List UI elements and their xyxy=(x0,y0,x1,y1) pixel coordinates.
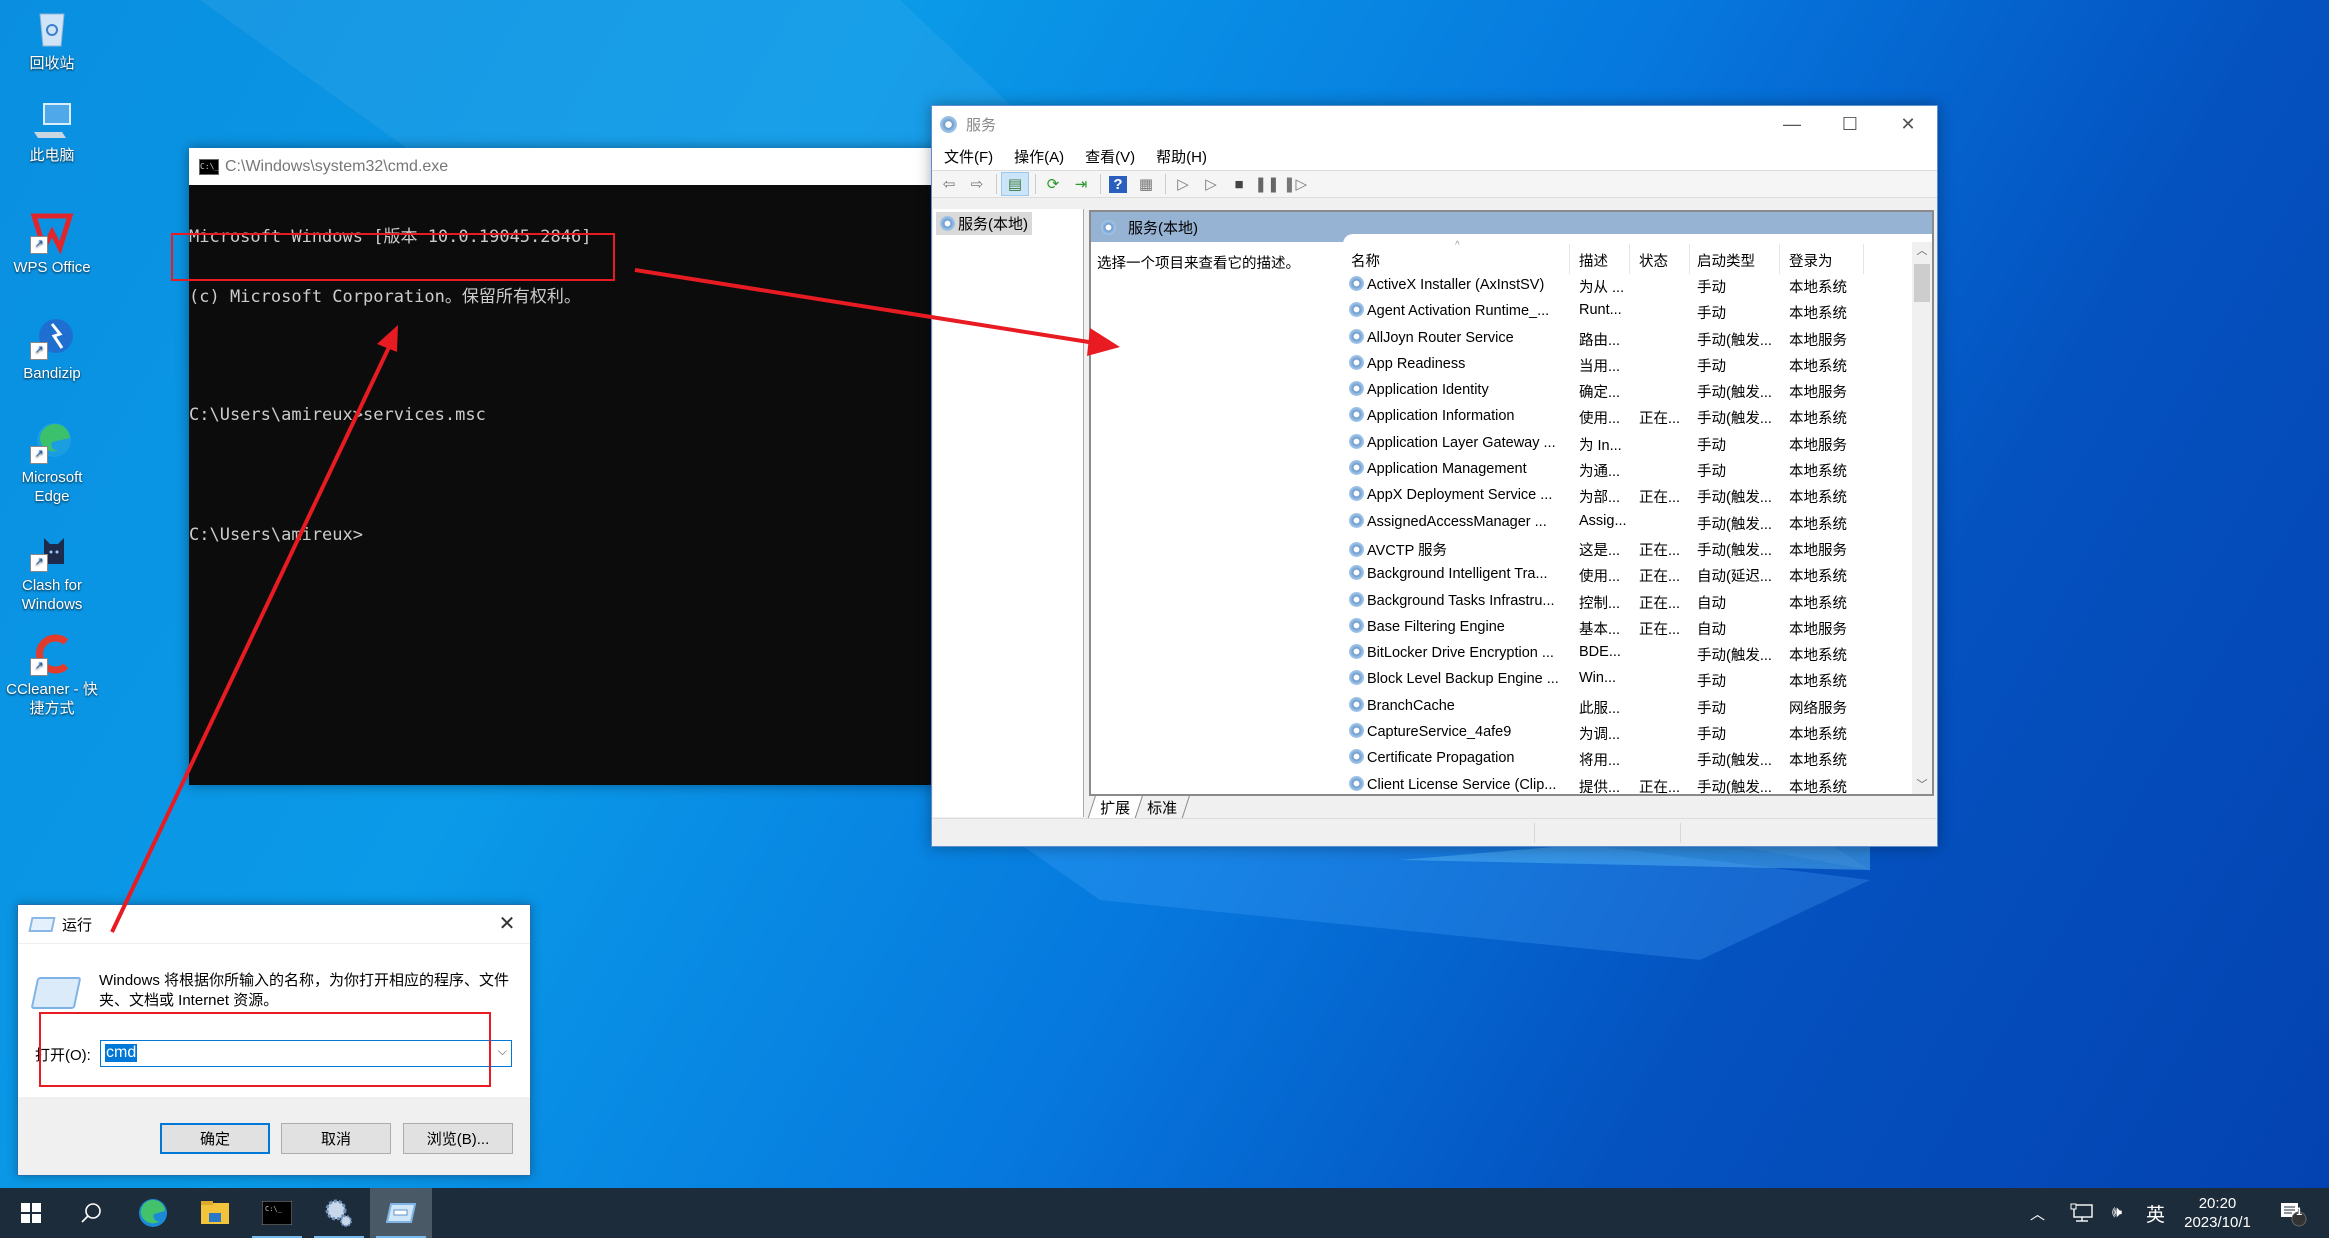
run-icon xyxy=(385,1203,417,1223)
taskbar: C:\_ ︿ 🕪 英 20:20 2023/10/1 1 xyxy=(0,1188,2329,1238)
edge-icon xyxy=(139,1199,167,1227)
search-icon xyxy=(81,1203,101,1223)
network-icon[interactable] xyxy=(2070,1188,2094,1238)
taskbar-file-explorer[interactable] xyxy=(184,1188,246,1238)
folder-icon xyxy=(201,1201,229,1224)
annotation-arrowhead xyxy=(1087,328,1120,356)
taskbar-run[interactable] xyxy=(370,1188,432,1238)
search-button[interactable] xyxy=(60,1188,122,1238)
clock-date: 2023/10/1 xyxy=(2184,1214,2251,1231)
notification-count: 1 xyxy=(2296,1206,2303,1218)
taskbar-edge[interactable] xyxy=(122,1188,184,1238)
svg-text:C:\_: C:\_ xyxy=(265,1205,283,1213)
show-hidden-icons-button[interactable]: ︿ xyxy=(2030,1188,2045,1238)
action-center-button[interactable]: 1 xyxy=(2278,1188,2308,1238)
annotation-arrows xyxy=(110,268,1120,933)
volume-icon[interactable]: 🕪 xyxy=(2112,1188,2122,1238)
notification-icon xyxy=(2281,1203,2307,1227)
cmd-icon: C:\_ xyxy=(262,1201,292,1225)
chevron-up-icon: ︿ xyxy=(2030,1205,2046,1223)
clock[interactable]: 20:20 2023/10/1 xyxy=(2180,1188,2255,1238)
start-button[interactable] xyxy=(0,1188,62,1238)
taskbar-cmd[interactable]: C:\_ xyxy=(246,1188,308,1238)
annotation-arrowhead xyxy=(377,325,398,352)
windows-logo-icon xyxy=(21,1203,41,1223)
ime-indicator[interactable]: 英 xyxy=(2146,1188,2165,1238)
annotation-arrow-to-cmd xyxy=(110,344,392,933)
taskbar-services[interactable] xyxy=(308,1188,370,1238)
annotation-arrow-to-services xyxy=(634,268,1096,345)
clock-time: 20:20 xyxy=(2198,1195,2237,1212)
gear-icon xyxy=(325,1199,352,1227)
